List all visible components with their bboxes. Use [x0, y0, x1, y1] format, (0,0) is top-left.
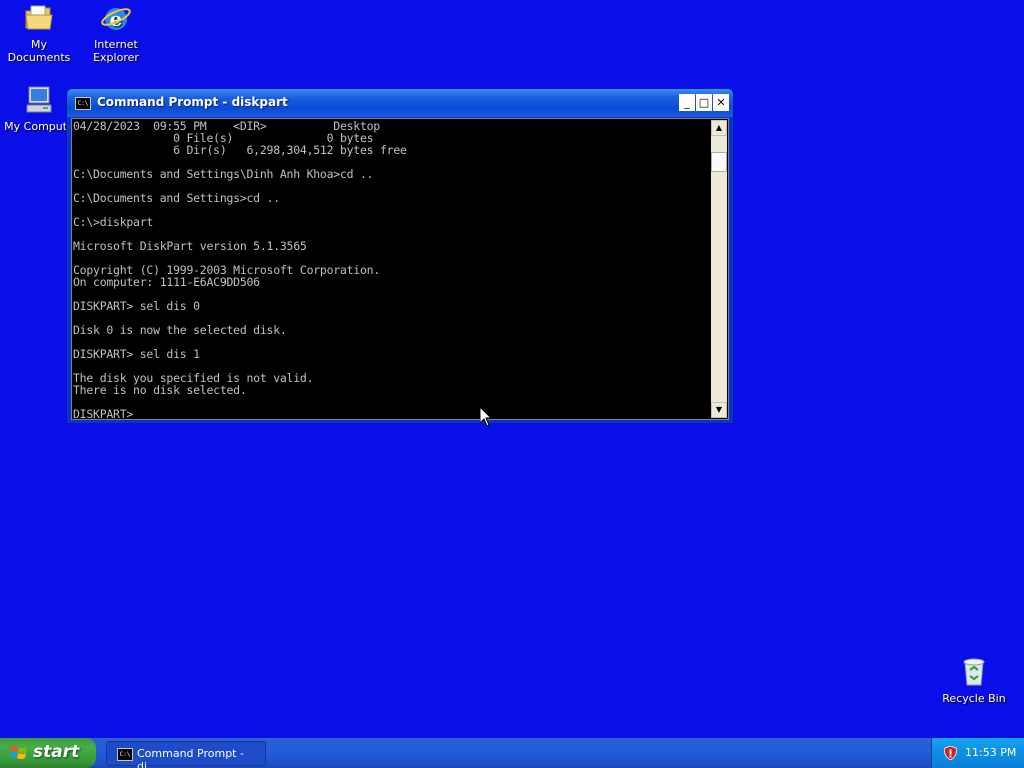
desktop-icon-label: My Documents	[7, 38, 71, 64]
taskbar-item-command-prompt[interactable]: C:\ Command Prompt - di...	[106, 741, 266, 768]
desktop-icon-internet-explorer[interactable]: e Internet Explorer	[77, 2, 155, 64]
desktop-icon-my-documents[interactable]: My Documents	[0, 2, 78, 64]
desktop-icon-recycle-bin[interactable]: Recycle Bin	[935, 656, 1013, 705]
console-line: C:\>diskpart	[73, 215, 154, 229]
vertical-scrollbar[interactable]: ▲ ▼	[711, 120, 727, 418]
console-line: Microsoft DiskPart version 5.1.3565	[73, 239, 307, 253]
console-area[interactable]: 04/28/2023 09:55 PM <DIR> Desktop 0 File…	[71, 118, 729, 420]
recycle-bin-icon	[963, 658, 985, 686]
my-computer-icon	[26, 86, 52, 113]
scroll-down-button[interactable]: ▼	[711, 402, 727, 418]
taskbar-item-label: Command Prompt - di...	[137, 747, 244, 768]
console-line: DISKPART> sel dis 0	[73, 299, 200, 313]
console-line: C:\Documents and Settings\Dinh Anh Khoa>…	[73, 167, 374, 181]
scroll-up-button[interactable]: ▲	[711, 120, 727, 136]
minimize-button[interactable]: _	[679, 94, 695, 111]
desktop: My Documents e Internet Explorer My Comp…	[0, 0, 1024, 768]
console-line: Disk 0 is now the selected disk.	[73, 323, 287, 337]
command-prompt-window[interactable]: C:\ Command Prompt - diskpart _ □ ✕ 04/2…	[66, 88, 734, 424]
console-line: C:\Documents and Settings>cd ..	[73, 191, 280, 205]
console-line: DISKPART> sel dis 1	[73, 347, 200, 361]
clock[interactable]: 11:53 PM	[965, 746, 1016, 759]
internet-explorer-icon: e	[101, 7, 131, 31]
start-label: start	[33, 742, 80, 762]
window-title: Command Prompt - diskpart	[97, 95, 288, 109]
console-line: There is no disk selected.	[73, 383, 247, 397]
scroll-thumb[interactable]	[711, 152, 727, 172]
windows-logo-icon	[10, 746, 27, 759]
taskbar: start C:\ Command Prompt - di... 11:53 P…	[0, 738, 1024, 768]
console-line: On computer: 1111-E6AC9DD506	[73, 275, 260, 289]
my-documents-icon	[25, 5, 53, 30]
command-prompt-icon: C:\	[117, 748, 133, 761]
console-line: 6 Dir(s) 6,298,304,512 bytes free	[73, 143, 407, 157]
desktop-icon-label: Internet	[94, 38, 138, 51]
console-prompt-line[interactable]: DISKPART>	[73, 408, 713, 418]
close-button[interactable]: ✕	[713, 94, 729, 111]
start-button[interactable]: start	[0, 738, 96, 768]
window-titlebar[interactable]: C:\ Command Prompt - diskpart _ □ ✕	[67, 89, 733, 117]
desktop-icon-label: Explorer	[93, 51, 139, 64]
desktop-icon-label: Recycle Bin	[942, 692, 1006, 705]
mouse-pointer-icon	[480, 407, 492, 427]
console-output[interactable]: 04/28/2023 09:55 PM <DIR> Desktop 0 File…	[73, 120, 713, 418]
security-shield-icon[interactable]	[944, 746, 957, 760]
command-prompt-icon: C:\	[75, 97, 91, 110]
system-tray: 11:53 PM	[931, 738, 1024, 768]
maximize-button[interactable]: □	[696, 94, 712, 111]
